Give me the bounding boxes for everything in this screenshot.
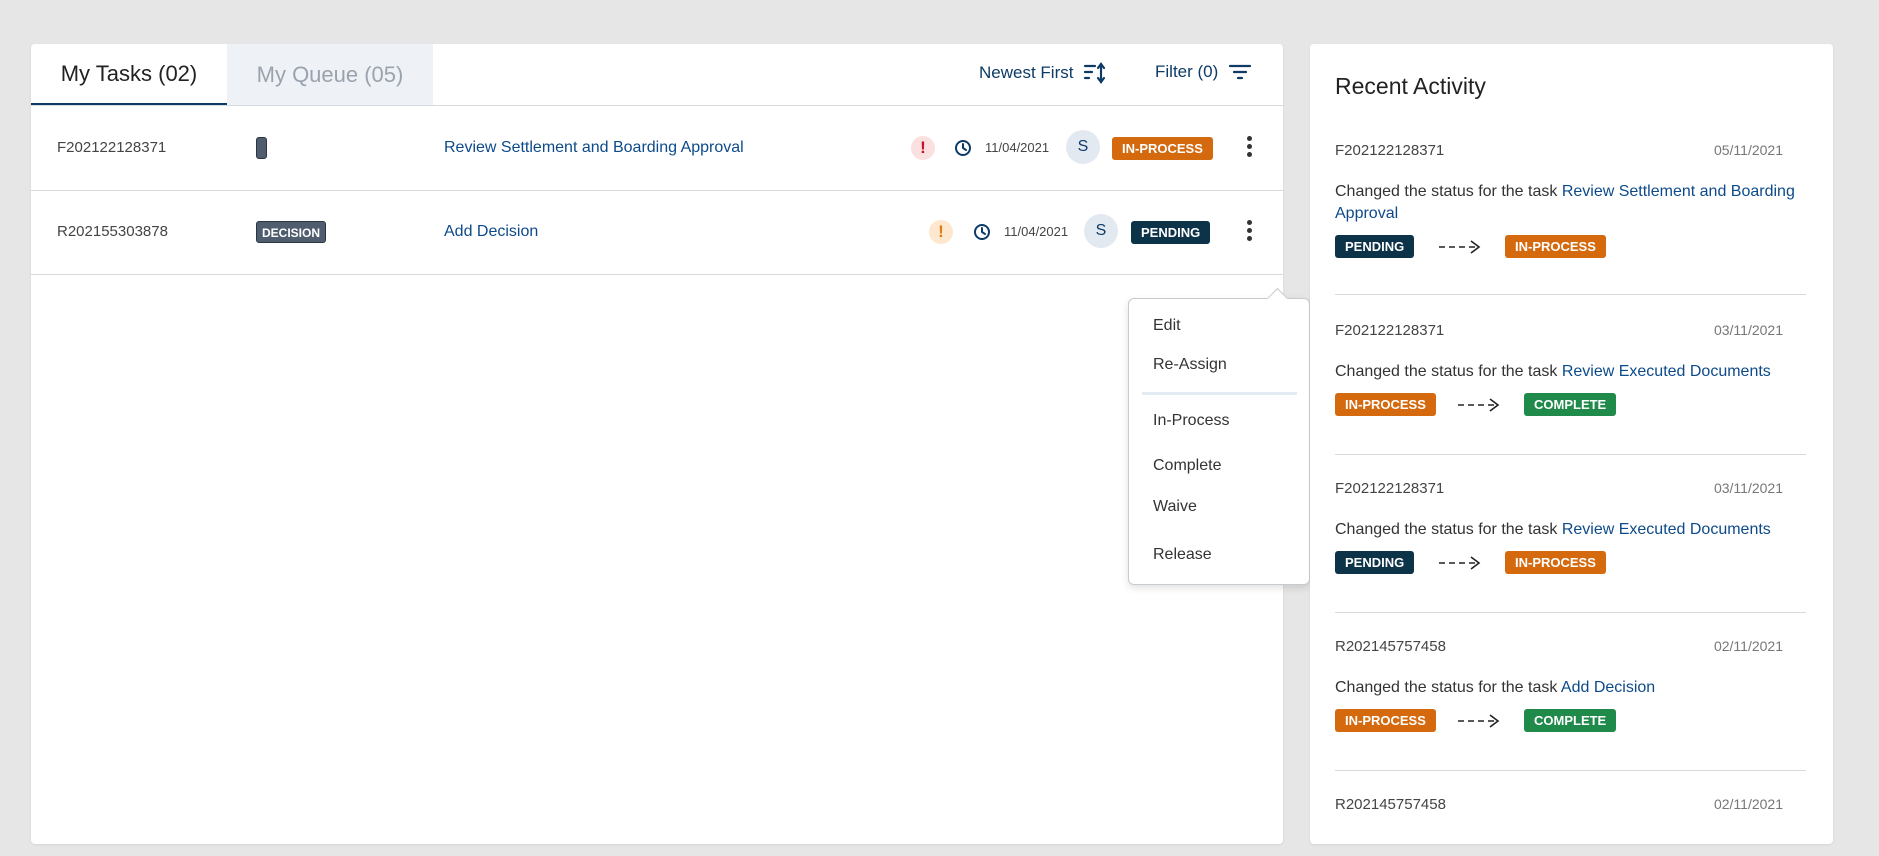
- priority-medium-icon: !: [929, 220, 953, 244]
- from-status-badge: PENDING: [1335, 235, 1415, 258]
- description-prefix: Changed the status for the task: [1335, 679, 1558, 696]
- task-row[interactable]: R202155303878 DECISION Add Decision ! 11…: [31, 190, 1283, 275]
- menu-item-release[interactable]: Release: [1153, 546, 1212, 564]
- activity-divider: [1335, 454, 1806, 455]
- activity-task-link[interactable]: Review Executed Documents: [1562, 363, 1771, 380]
- activity-id: F202122128371: [1335, 142, 1445, 159]
- due-date: 11/04/2021: [985, 140, 1050, 155]
- menu-item-complete[interactable]: Complete: [1153, 457, 1221, 475]
- menu-divider: [1142, 392, 1297, 395]
- activity-divider: [1335, 294, 1806, 295]
- dashed-arrow-icon: [1439, 240, 1481, 254]
- task-tabs: My Tasks (02) My Queue (05): [31, 44, 433, 106]
- tasks-panel: My Tasks (02) My Queue (05) Newest First…: [31, 44, 1310, 844]
- activity-id: F202122128371: [1335, 322, 1445, 339]
- tab-my-queue[interactable]: My Queue (05): [227, 44, 433, 106]
- menu-item-in-process[interactable]: In-Process: [1153, 412, 1229, 430]
- filter-label: Filter (0): [1155, 62, 1219, 81]
- sort-label: Newest First: [979, 63, 1074, 82]
- activity-id: R202145757458: [1335, 638, 1446, 655]
- activity-date: 03/11/2021: [1713, 480, 1783, 496]
- menu-pointer: [1266, 287, 1289, 310]
- to-status-badge: IN-PROCESS: [1505, 235, 1606, 258]
- activity-divider: [1335, 770, 1806, 771]
- dashed-arrow-icon: [1458, 398, 1500, 412]
- from-status-badge: PENDING: [1335, 551, 1415, 574]
- assignee-avatar[interactable]: S: [1066, 130, 1100, 164]
- activity-date: 05/11/2021: [1713, 142, 1783, 158]
- row-action-menu: Edit Re-Assign In-Process Complete Waive…: [1128, 287, 1310, 585]
- due-date: 11/04/2021: [1004, 224, 1069, 239]
- tab-my-tasks[interactable]: My Tasks (02): [31, 44, 227, 106]
- type-tag: DECISION: [256, 221, 327, 243]
- menu-item-waive[interactable]: Waive: [1153, 498, 1197, 516]
- task-row[interactable]: F202122128371 Review Settlement and Boar…: [31, 106, 1283, 191]
- description-prefix: Changed the status for the task: [1335, 363, 1558, 380]
- activity-description: Changed the status for the task Review E…: [1335, 361, 1806, 383]
- filter-icon: [1229, 64, 1252, 80]
- to-status-badge: COMPLETE: [1524, 709, 1617, 732]
- description-prefix: Changed the status for the task: [1335, 183, 1558, 200]
- activity-item: F202122128371 03/11/2021 Changed the sta…: [1335, 322, 1806, 480]
- menu-item-edit[interactable]: Edit: [1153, 317, 1181, 335]
- clock-icon: [955, 140, 971, 156]
- dashed-arrow-icon: [1439, 556, 1481, 570]
- activity-id: R202145757458: [1335, 796, 1446, 813]
- activity-description: Changed the status for the task Review S…: [1335, 181, 1806, 225]
- task-link[interactable]: Add Decision: [444, 190, 538, 274]
- assignee-avatar[interactable]: S: [1084, 214, 1118, 248]
- filter-button[interactable]: Filter (0): [1155, 62, 1252, 82]
- task-id: F202122128371: [57, 139, 167, 156]
- priority-high-icon: !: [911, 136, 935, 160]
- kebab-icon[interactable]: [1241, 133, 1257, 163]
- status-badge: IN-PROCESS: [1112, 137, 1213, 160]
- activity-item: R202145757458 02/11/2021: [1335, 796, 1806, 856]
- kebab-icon[interactable]: [1241, 217, 1257, 247]
- activity-date: 03/11/2021: [1713, 322, 1783, 338]
- dashed-arrow-icon: [1458, 714, 1500, 728]
- activity-task-link[interactable]: Review Executed Documents: [1562, 521, 1771, 538]
- panel-title: Recent Activity: [1335, 73, 1486, 99]
- activity-item: R202145757458 02/11/2021 Changed the sta…: [1335, 638, 1806, 796]
- activity-date: 02/11/2021: [1713, 796, 1783, 812]
- recent-activity-panel: Recent Activity F202122128371 05/11/2021…: [1310, 44, 1833, 844]
- status-badge: PENDING: [1131, 221, 1211, 244]
- activity-item: F202122128371 03/11/2021 Changed the sta…: [1335, 480, 1806, 638]
- menu-item-reassign[interactable]: Re-Assign: [1153, 356, 1227, 374]
- sort-button[interactable]: Newest First: [979, 62, 1109, 84]
- activity-item: F202122128371 05/11/2021 Changed the sta…: [1335, 142, 1806, 322]
- task-link[interactable]: Review Settlement and Boarding Approval: [444, 106, 744, 190]
- activity-id: F202122128371: [1335, 480, 1445, 497]
- activity-description: Changed the status for the task Review E…: [1335, 519, 1806, 541]
- to-status-badge: COMPLETE: [1524, 393, 1617, 416]
- to-status-badge: IN-PROCESS: [1505, 551, 1606, 574]
- activity-task-link[interactable]: Add Decision: [1561, 679, 1655, 696]
- from-status-badge: IN-PROCESS: [1335, 709, 1436, 732]
- from-status-badge: IN-PROCESS: [1335, 393, 1436, 416]
- activity-date: 02/11/2021: [1713, 638, 1783, 654]
- clock-icon: [974, 224, 990, 240]
- task-id: R202155303878: [57, 223, 168, 240]
- activity-divider: [1335, 612, 1806, 613]
- sort-icon: [1084, 62, 1106, 84]
- activity-description: Changed the status for the task Add Deci…: [1335, 677, 1806, 699]
- description-prefix: Changed the status for the task: [1335, 521, 1558, 538]
- type-tag: [256, 137, 267, 159]
